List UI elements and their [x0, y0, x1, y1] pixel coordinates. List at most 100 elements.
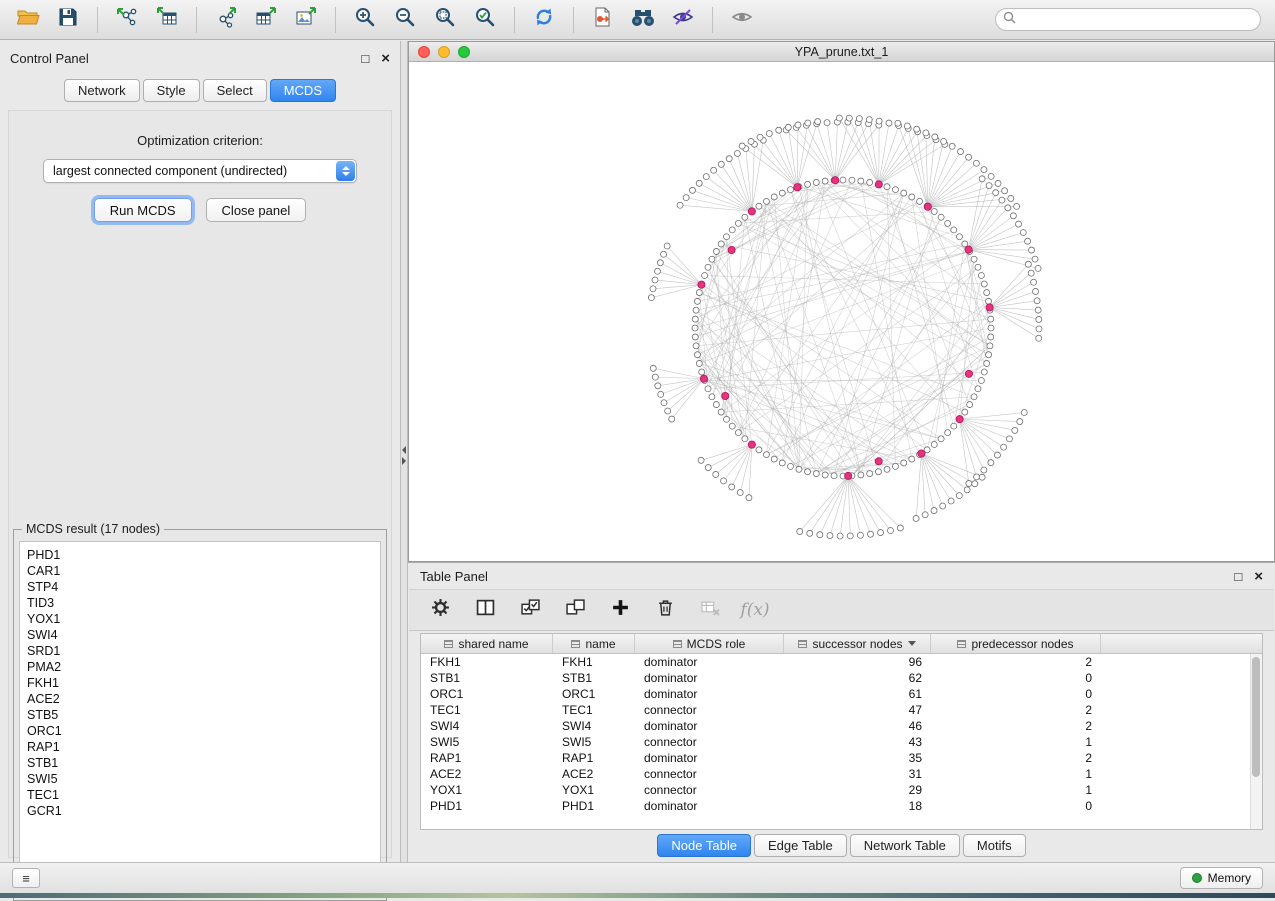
mcds-result-item[interactable]: TEC1 — [27, 787, 380, 803]
export-image-button[interactable] — [288, 5, 324, 35]
network-canvas[interactable] — [409, 62, 1274, 561]
mcds-result-item[interactable]: YOX1 — [27, 611, 380, 627]
close-panel-button[interactable]: Close panel — [206, 198, 307, 222]
mcds-result-item[interactable]: TID3 — [27, 595, 380, 611]
close-table-panel-icon[interactable]: × — [1254, 569, 1263, 584]
mcds-result-item[interactable]: STP4 — [27, 579, 380, 595]
control-tab-network[interactable]: Network — [64, 79, 140, 102]
table-row[interactable]: ACE2ACE2connector311 — [421, 766, 1250, 782]
float-table-panel-icon[interactable]: □ — [1234, 570, 1242, 583]
zoom-selected-button[interactable] — [467, 5, 503, 35]
open-session-button[interactable] — [10, 5, 46, 35]
table-tab-edge-table[interactable]: Edge Table — [754, 834, 847, 857]
mcds-result-item[interactable]: PHD1 — [27, 547, 380, 563]
deselect-all-icon — [566, 598, 585, 622]
mcds-result-item[interactable]: ORC1 — [27, 723, 380, 739]
column-grip-icon — [673, 640, 682, 648]
column-header-predecessor-nodes[interactable]: predecessor nodes — [931, 634, 1101, 653]
mcds-result-item[interactable]: RAP1 — [27, 739, 380, 755]
eye-icon — [731, 6, 753, 33]
search-box[interactable] — [995, 8, 1261, 31]
show-columns-button[interactable] — [472, 597, 498, 623]
table-row[interactable]: SWI5SWI5connector431 — [421, 734, 1250, 750]
save-session-button[interactable] — [50, 5, 86, 35]
delete-column-button[interactable] — [652, 597, 678, 623]
close-window-icon[interactable] — [418, 46, 430, 58]
status-bar: ≡ Memory — [0, 862, 1275, 893]
network-window-titlebar[interactable]: YPA_prune.txt_1 — [409, 42, 1274, 62]
table-cell: YOX1 — [421, 783, 553, 797]
column-header-MCDS-role[interactable]: MCDS role — [635, 634, 784, 653]
table-cell: SWI5 — [421, 735, 553, 749]
table-row[interactable]: RAP1RAP1dominator352 — [421, 750, 1250, 766]
table-cell: dominator — [635, 671, 784, 685]
mcds-result-item[interactable]: SWI4 — [27, 627, 380, 643]
table-row[interactable]: STB1STB1dominator620 — [421, 670, 1250, 686]
task-history-button[interactable]: ≡ — [12, 868, 40, 888]
table-cell: 18 — [784, 799, 931, 813]
run-mcds-button[interactable]: Run MCDS — [94, 198, 192, 222]
float-panel-icon[interactable]: □ — [361, 52, 369, 65]
scrollbar-thumb[interactable] — [1252, 657, 1260, 777]
import-network-button[interactable] — [109, 5, 145, 35]
splitter-handle[interactable] — [402, 446, 406, 465]
import-table-button[interactable] — [149, 5, 185, 35]
mcds-result-item[interactable]: ACE2 — [27, 691, 380, 707]
table-cell: dominator — [635, 799, 784, 813]
mcds-result-item[interactable]: STB5 — [27, 707, 380, 723]
zoom-fit-button[interactable] — [427, 5, 463, 35]
column-header-name[interactable]: name — [553, 634, 635, 653]
vertical-splitter[interactable] — [400, 41, 408, 862]
column-settings-button[interactable] — [427, 597, 453, 623]
export-network-button[interactable] — [208, 5, 244, 35]
table-body[interactable]: FKH1FKH1dominator962STB1STB1dominator620… — [421, 654, 1250, 829]
search-input[interactable] — [1021, 13, 1253, 27]
control-panel-header: Control Panel □ × — [0, 47, 400, 69]
column-header-successor-nodes[interactable]: successor nodes — [784, 634, 931, 653]
mcds-result-item[interactable]: PMA2 — [27, 659, 380, 675]
criterion-dropdown[interactable]: largest connected component (undirected) — [43, 159, 357, 183]
control-tab-mcds[interactable]: MCDS — [270, 79, 336, 102]
mcds-result-item[interactable]: CAR1 — [27, 563, 380, 579]
mcds-result-item[interactable]: GCR1 — [27, 803, 380, 819]
create-column-button[interactable] — [607, 597, 633, 623]
control-tab-select[interactable]: Select — [203, 79, 267, 102]
table-tab-network-table[interactable]: Network Table — [850, 834, 960, 857]
table-row[interactable]: PHD1PHD1dominator180 — [421, 798, 1250, 814]
find-button[interactable] — [625, 5, 661, 35]
column-header-shared-name[interactable]: shared name — [421, 634, 553, 653]
minimize-window-icon[interactable] — [438, 46, 450, 58]
zoom-out-button[interactable] — [387, 5, 423, 35]
expand-right-icon[interactable] — [402, 457, 406, 465]
memory-button[interactable]: Memory — [1180, 867, 1263, 889]
deselect-all-rows-button[interactable] — [562, 597, 588, 623]
table-row[interactable]: SWI4SWI4dominator462 — [421, 718, 1250, 734]
mcds-result-groupbox: MCDS result (17 nodes) PHD1CAR1STP4TID3Y… — [13, 529, 387, 901]
table-scrollbar[interactable] — [1250, 654, 1262, 829]
control-tab-style[interactable]: Style — [143, 79, 200, 102]
collapse-left-icon[interactable] — [402, 446, 406, 454]
mcds-result-item[interactable]: STB1 — [27, 755, 380, 771]
close-panel-icon[interactable]: × — [381, 51, 390, 66]
select-all-rows-button[interactable] — [517, 597, 543, 623]
zoom-in-button[interactable] — [347, 5, 383, 35]
table-row[interactable]: ORC1ORC1dominator610 — [421, 686, 1250, 702]
show-hide-button[interactable] — [724, 5, 760, 35]
mcds-result-item[interactable]: FKH1 — [27, 675, 380, 691]
refresh-button[interactable] — [526, 5, 562, 35]
mcds-result-item[interactable]: SRD1 — [27, 643, 380, 659]
table-cell: PHD1 — [553, 799, 635, 813]
maximize-window-icon[interactable] — [458, 46, 470, 58]
export-table-button[interactable] — [248, 5, 284, 35]
level-of-detail-button[interactable] — [665, 5, 701, 35]
table-tab-motifs[interactable]: Motifs — [963, 834, 1026, 857]
table-tab-node-table[interactable]: Node Table — [657, 834, 751, 857]
mcds-result-item[interactable]: SWI5 — [27, 771, 380, 787]
mcds-result-list[interactable]: PHD1CAR1STP4TID3YOX1SWI4SRD1PMA2FKH1ACE2… — [19, 541, 381, 895]
optimization-criterion-label: Optimization criterion: — [9, 133, 391, 148]
table-row[interactable]: FKH1FKH1dominator962 — [421, 654, 1250, 670]
export-document-button[interactable] — [585, 5, 621, 35]
table-cell: SWI4 — [553, 719, 635, 733]
table-row[interactable]: TEC1TEC1connector472 — [421, 702, 1250, 718]
table-row[interactable]: YOX1YOX1connector291 — [421, 782, 1250, 798]
